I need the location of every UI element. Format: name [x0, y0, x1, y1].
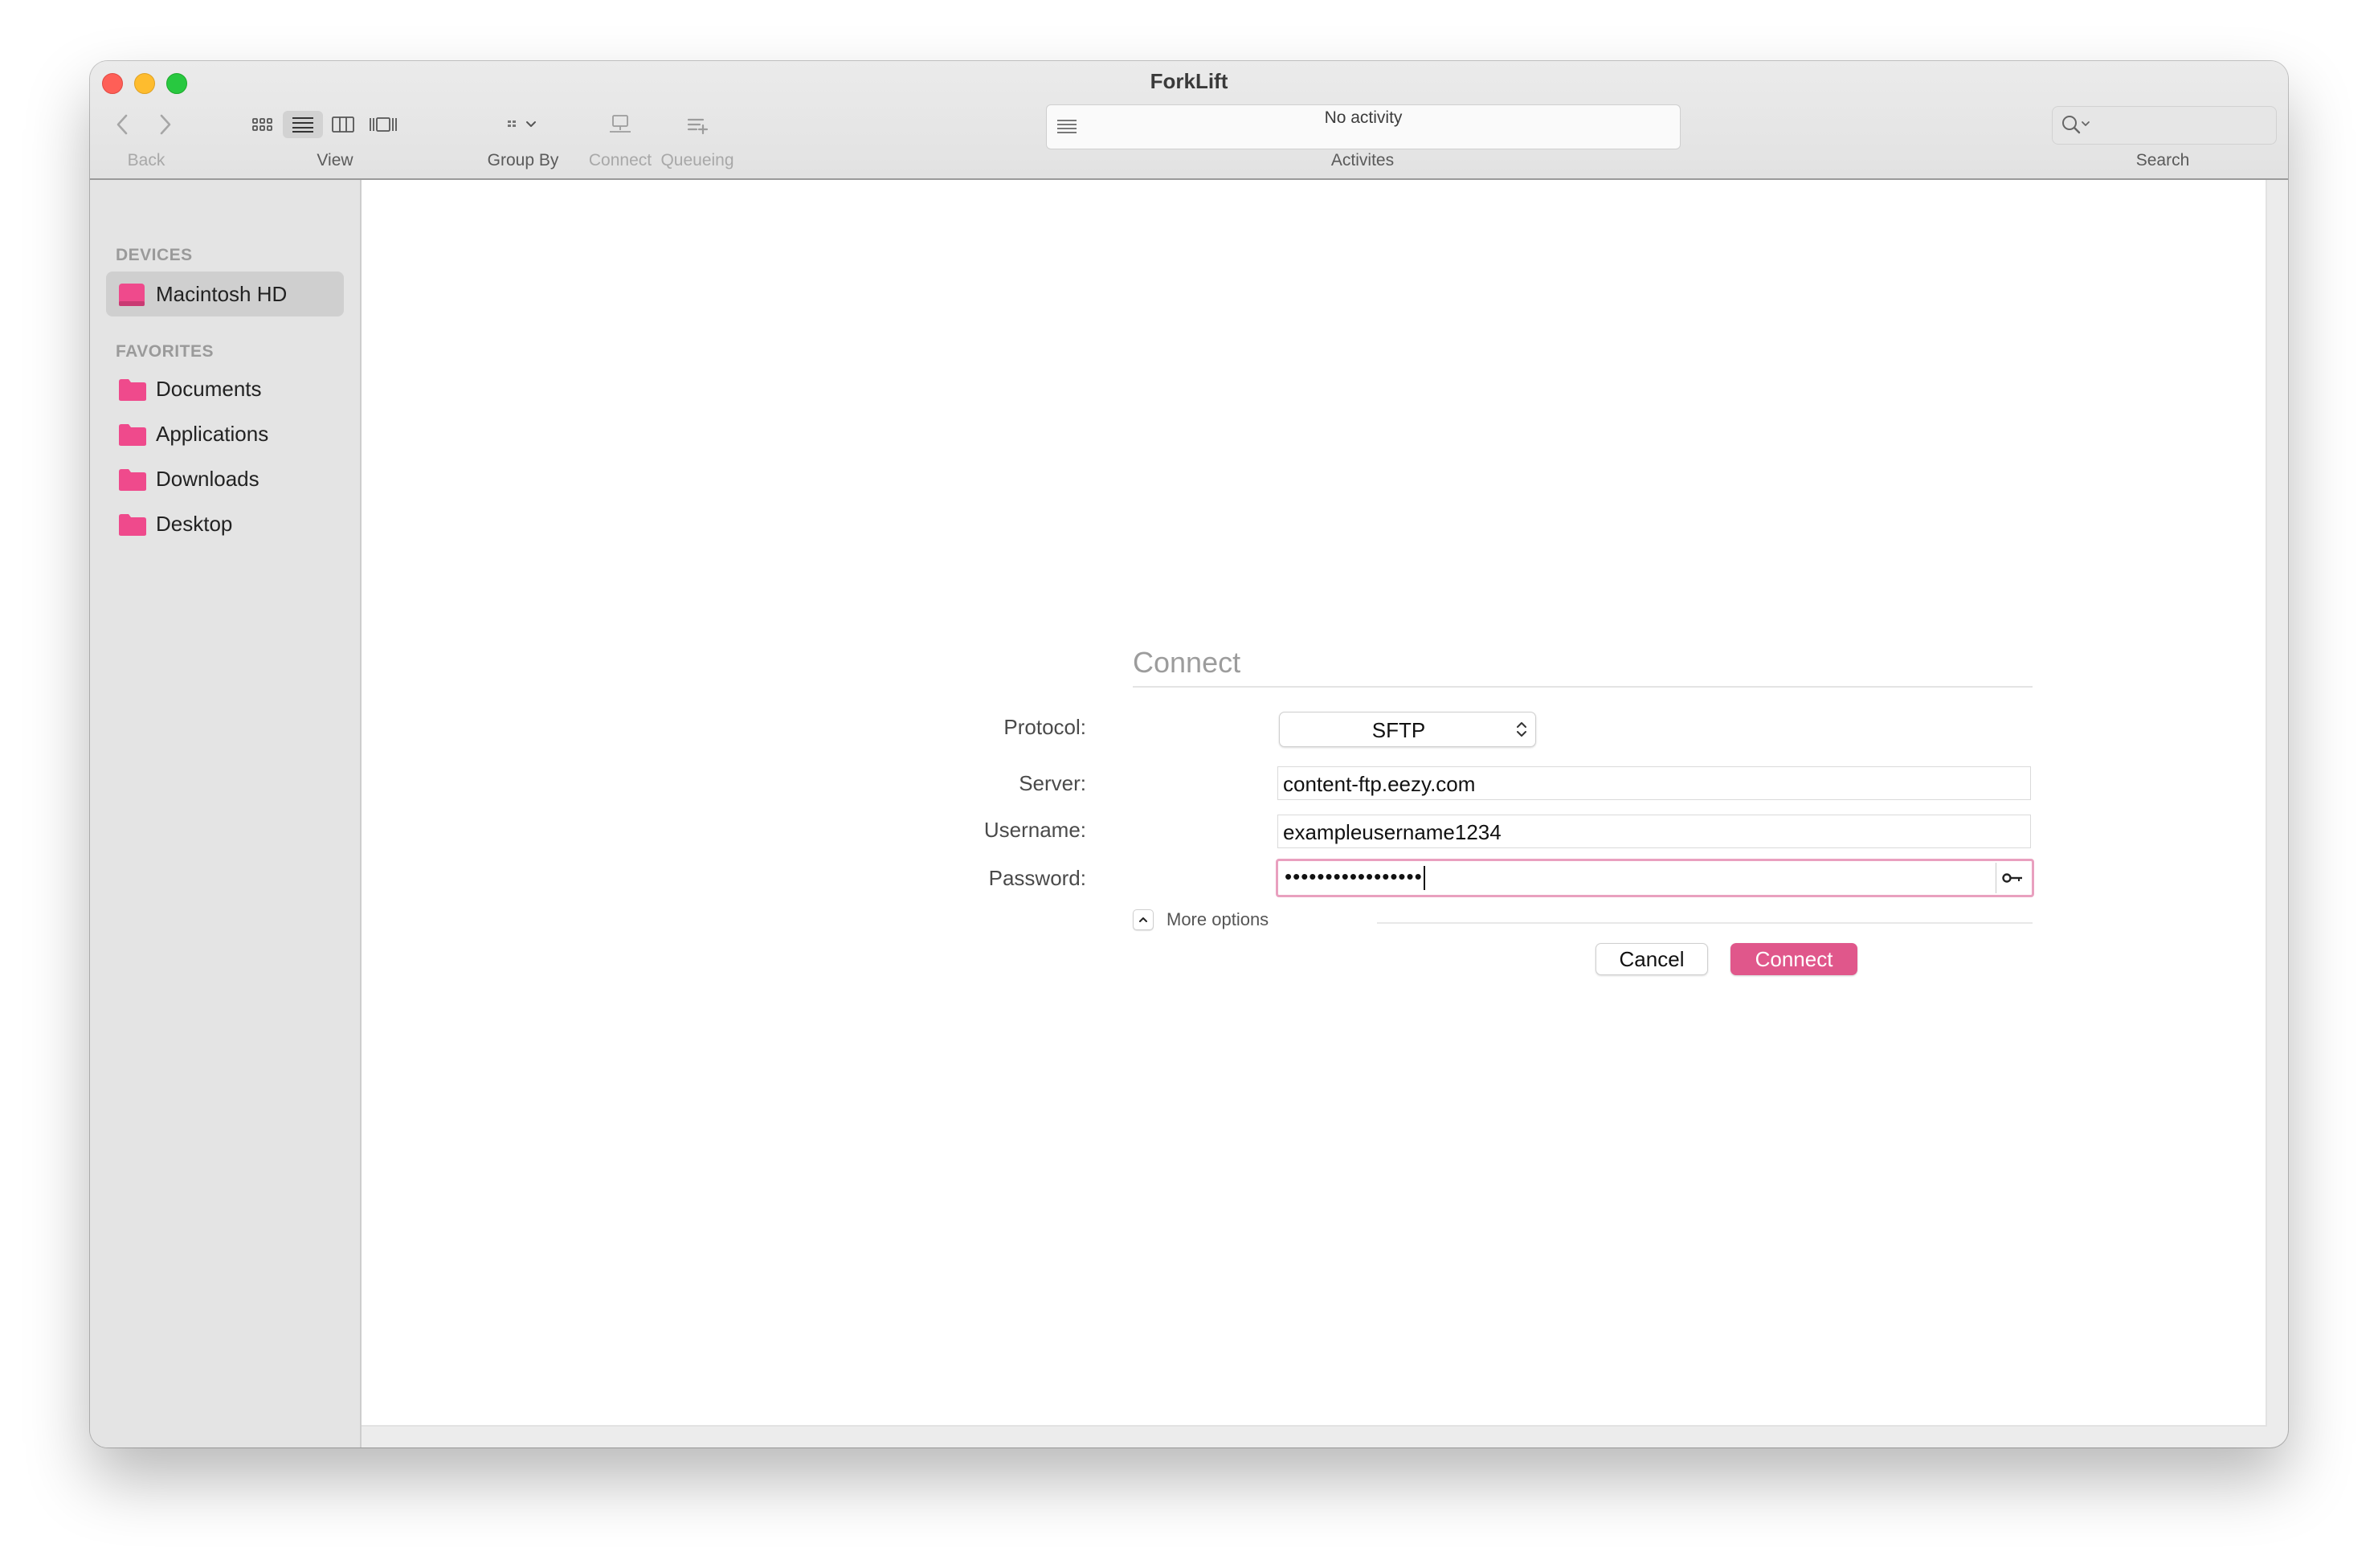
view-columns-button[interactable]: [323, 111, 363, 138]
connect-toolbar-button[interactable]: [580, 111, 660, 138]
sidebar: DEVICES Macintosh HD FAVORITES Documents…: [90, 180, 362, 1448]
folder-icon: [117, 422, 148, 446]
divider: [1377, 922, 2033, 924]
disclosure-button[interactable]: [1133, 909, 1154, 930]
password-dots: •••••••••••••••••: [1285, 864, 1423, 888]
cancel-button[interactable]: Cancel: [1596, 943, 1708, 975]
username-label: Username:: [983, 818, 1086, 842]
server-label: Server:: [1019, 771, 1086, 795]
protocol-value: SFTP: [1371, 718, 1426, 742]
chevron-down-icon: [526, 121, 536, 127]
password-field[interactable]: •••••••••••••••••: [1276, 859, 2034, 897]
chevron-up-icon: [1139, 917, 1147, 922]
more-options-toggle[interactable]: More options: [1133, 909, 1269, 930]
view-icons-button[interactable]: [243, 111, 283, 138]
folder-icon: [117, 377, 148, 401]
password-value: •••••••••••••••••: [1285, 864, 1425, 891]
forward-button[interactable]: [151, 111, 180, 138]
chevron-right-icon: [160, 114, 171, 135]
devices-header: DEVICES: [116, 246, 193, 264]
queueing-label: Queueing: [660, 151, 734, 169]
search-label: Search: [2135, 151, 2190, 169]
sidebar-item-label: Macintosh HD: [156, 281, 288, 306]
search-input[interactable]: [2052, 106, 2277, 145]
protocol-label: Protocol:: [1003, 715, 1086, 739]
toolbar: ForkLift Back View Group By Connect Queu…: [90, 61, 2288, 180]
back-label: Back: [127, 151, 165, 169]
activities-label: Activites: [1330, 151, 1395, 169]
view-list-button[interactable]: [283, 111, 323, 138]
username-field[interactable]: exampleusername1234: [1277, 815, 2031, 848]
connect-button[interactable]: Connect: [1730, 943, 1857, 975]
queue-icon: [687, 118, 709, 135]
gallery-view-icon: [370, 117, 397, 132]
activity-status: No activity: [1324, 108, 1403, 127]
sidebar-item-label: Downloads: [156, 466, 259, 491]
key-icon: [2002, 873, 2022, 883]
more-options-label: More options: [1167, 909, 1269, 929]
text-caret: [1423, 866, 1425, 891]
drive-icon: [117, 282, 148, 306]
search-icon: [2061, 114, 2096, 141]
view-gallery-button[interactable]: [363, 111, 403, 138]
sidebar-item-label: Documents: [156, 376, 262, 401]
folder-icon: [117, 512, 148, 536]
sidebar-item-label: Desktop: [156, 511, 233, 536]
forklift-window: ForkLift Back View Group By Connect Queu…: [90, 61, 2288, 1448]
sidebar-item-documents[interactable]: Documents: [106, 366, 344, 411]
dialog-title: Connect: [1133, 646, 1241, 679]
chevron-left-icon: [116, 114, 128, 135]
group-by-icon: [508, 120, 536, 127]
sidebar-item-desktop[interactable]: Desktop: [106, 501, 344, 546]
password-label: Password:: [988, 866, 1086, 890]
sidebar-item-downloads[interactable]: Downloads: [106, 456, 344, 501]
sidebar-item-label: Applications: [156, 421, 269, 446]
sidebar-item-applications[interactable]: Applications: [106, 411, 344, 456]
server-field[interactable]: content-ftp.eezy.com: [1277, 766, 2031, 800]
updown-chevron-icon: [1516, 720, 1527, 743]
view-mode-selector: [243, 111, 403, 138]
favorites-header: FAVORITES: [116, 342, 214, 361]
group-by-button[interactable]: [493, 111, 550, 138]
network-drive-icon: [610, 115, 631, 133]
icon-grid-icon: [252, 118, 272, 131]
list-view-icon: [292, 117, 313, 133]
column-view-icon: [332, 116, 354, 133]
sidebar-item-macintosh-hd[interactable]: Macintosh HD: [106, 272, 344, 316]
view-label: View: [317, 151, 353, 169]
queueing-button[interactable]: [656, 111, 739, 138]
window-title: ForkLift: [1150, 69, 1228, 93]
protocol-select[interactable]: SFTP: [1279, 712, 1536, 747]
connect-panel: Connect Protocol: SFTP Server: content-f…: [362, 180, 2267, 1427]
keychain-button[interactable]: [1996, 863, 2030, 893]
folder-icon: [117, 467, 148, 491]
divider: [1133, 686, 2033, 688]
group-by-label: Group By: [487, 151, 559, 169]
activity-panel[interactable]: No activity: [1046, 104, 1681, 149]
back-button[interactable]: [108, 111, 137, 138]
